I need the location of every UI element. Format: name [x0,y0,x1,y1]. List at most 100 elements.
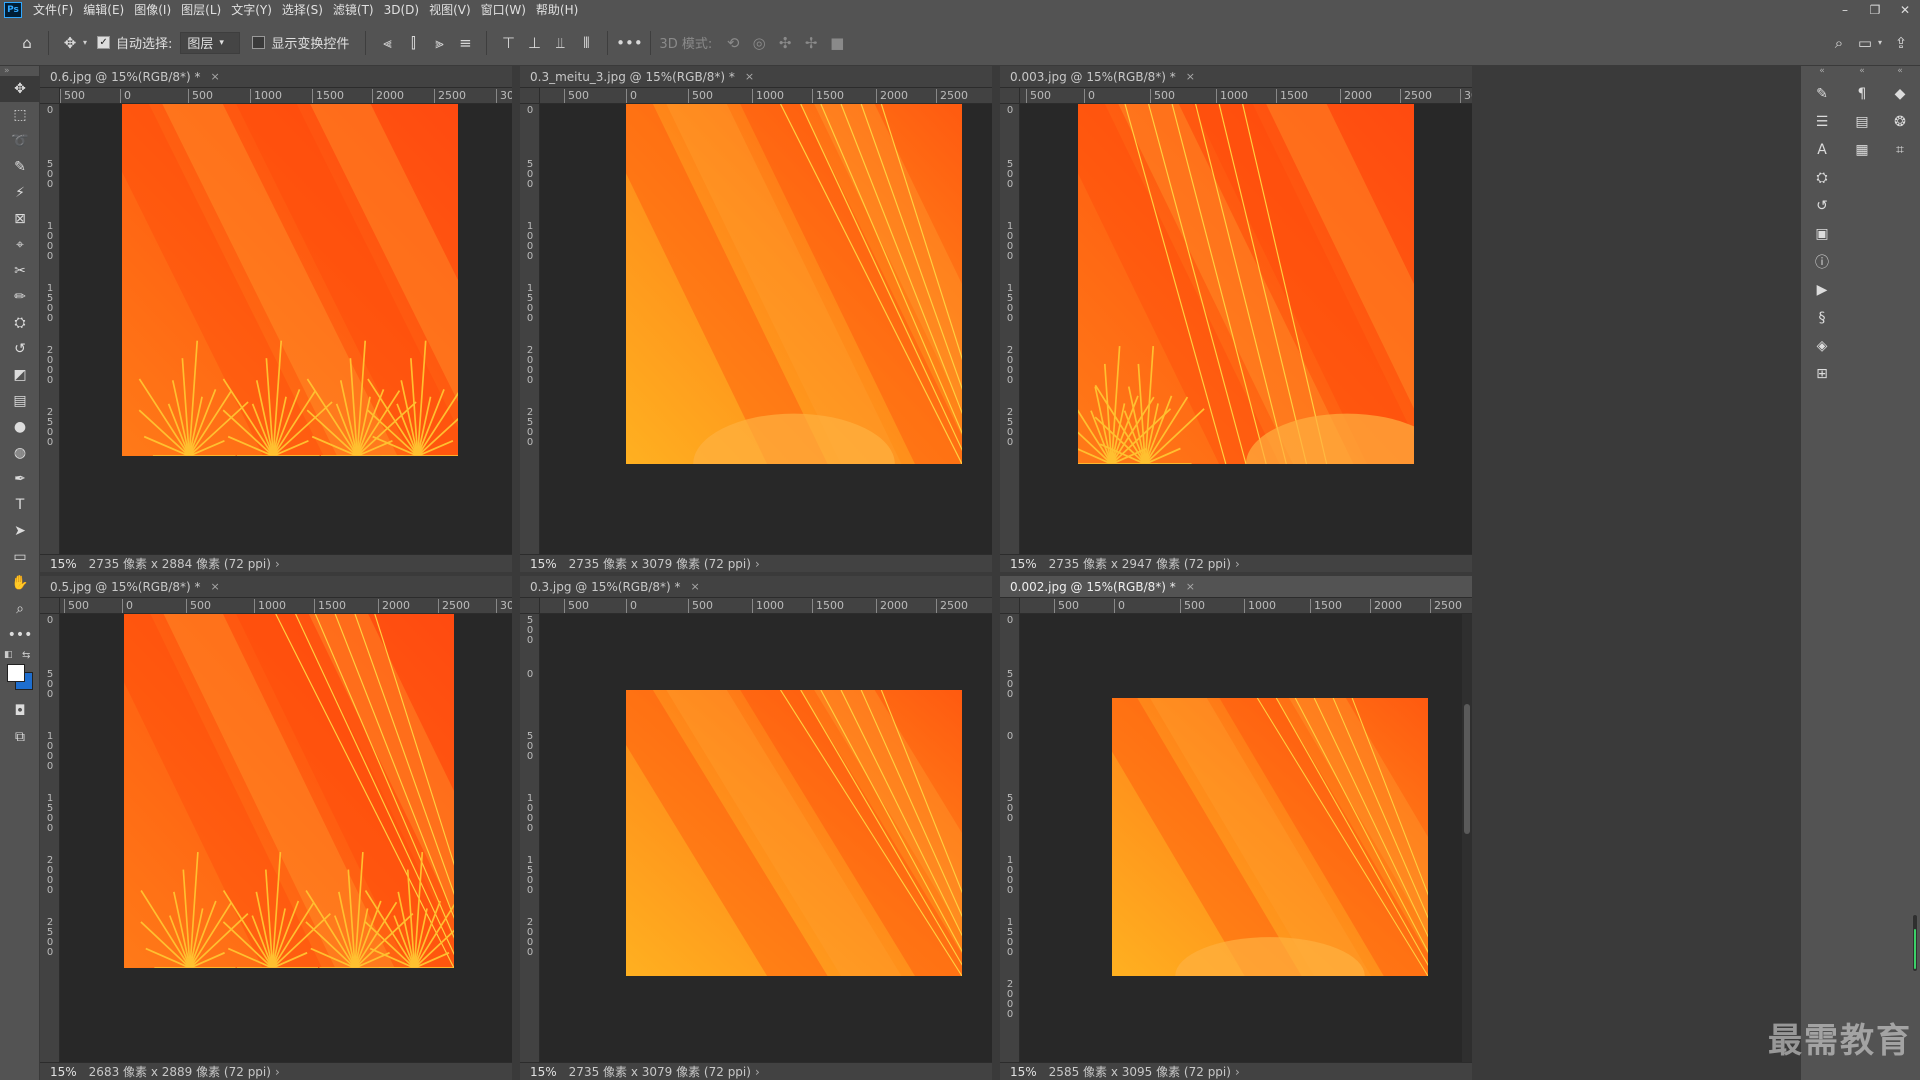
share-icon[interactable]: ⇪ [1888,30,1914,56]
align-top-icon[interactable]: ⊤ [495,30,521,56]
search-icon[interactable]: ⌕ [1826,30,1852,56]
pen-tool-icon[interactable]: ✒ [0,466,40,492]
chevron-right-icon[interactable]: › [275,557,280,571]
document-tab[interactable]: 0.6.jpg @ 15%(RGB/8*) * × [40,66,512,88]
minimize-button[interactable]: – [1830,0,1860,20]
marquee-tool-icon[interactable]: ⬚ [0,102,40,128]
history-icon[interactable]: ↺ [1805,192,1839,220]
dodge-tool-icon[interactable]: ◍ [0,440,40,466]
vertical-scrollbar[interactable] [1462,614,1472,1062]
zoom-level[interactable]: 15% [530,557,557,571]
collapse-icon[interactable]: « [1805,66,1839,80]
image-layer[interactable] [626,104,962,464]
vertical-ruler[interactable]: 0 500 1000 1500 2000 2500 [520,104,540,554]
vertical-ruler[interactable]: 0 500 1000 1500 2000 2500 [1000,104,1020,554]
menu-edit[interactable]: 编辑(E) [78,0,129,20]
3d-roll-icon[interactable]: ◎ [746,30,772,56]
show-transform-checkbox[interactable] [252,36,266,49]
close-tab-icon[interactable]: × [211,580,220,593]
close-tab-icon[interactable]: × [1186,580,1195,593]
quick-select-tool-icon[interactable]: ✎ [0,154,40,180]
home-icon[interactable]: ⌂ [14,30,40,56]
ruler-origin[interactable] [1000,598,1020,614]
align-right-icon[interactable]: ⫸ [426,30,452,56]
3d-slide-icon[interactable]: ✢ [798,30,824,56]
chevron-right-icon[interactable]: › [1235,557,1240,571]
zoom-level[interactable]: 15% [50,1065,77,1079]
canvas[interactable] [1020,614,1472,1062]
document-window[interactable]: 0.3_meitu_3.jpg @ 15%(RGB/8*) * × 500 0 500 1… [520,66,992,572]
type-tool-icon[interactable]: T [0,492,40,518]
vertical-ruler[interactable]: 0 500 1000 1500 2000 2500 [40,104,60,554]
zoom-level[interactable]: 15% [1010,557,1037,571]
zoom-level[interactable]: 15% [1010,1065,1037,1079]
close-button[interactable]: ✕ [1890,0,1920,20]
chevron-right-icon[interactable]: › [275,1065,280,1079]
notes-icon[interactable]: ▦ [1845,136,1879,164]
image-layer[interactable] [626,690,962,976]
ruler-origin[interactable] [520,88,540,104]
hand-tool-icon[interactable]: ✋ [0,570,40,596]
zoom-level[interactable]: 15% [50,557,77,571]
auto-select-target-dropdown[interactable]: 图层 ▾ [180,31,241,54]
align-bottom-icon[interactable]: ⫫ [547,30,573,56]
auto-select-checkbox[interactable]: ✓ [97,36,111,49]
canvas[interactable] [60,614,512,1062]
ruler-origin[interactable] [40,598,60,614]
3d-camera-icon[interactable]: ■ [824,30,850,56]
eraser-tool-icon[interactable]: ◩ [0,362,40,388]
ruler-origin[interactable] [1000,88,1020,104]
horizontal-ruler[interactable]: 500 0 500 1000 1500 2000 2500 [540,598,992,614]
foreground-color-swatch[interactable] [7,664,25,682]
document-window[interactable]: 0.6.jpg @ 15%(RGB/8*) * × 500 0 500 1000 1500 2… [40,66,512,572]
clone-source-icon[interactable]: ⛭ [1805,164,1839,192]
3d-orbit-icon[interactable]: ⟲ [720,30,746,56]
menu-file[interactable]: 文件(F) [28,0,78,20]
rectangle-tool-icon[interactable]: ▭ [0,544,40,570]
eyedropper-tool-icon[interactable]: ⌖ [0,232,40,258]
frame-tool-icon[interactable]: ⊠ [0,206,40,232]
adjustments-icon[interactable]: ☰ [1805,108,1839,136]
quick-mask-icon[interactable]: ◘ [0,698,40,724]
menu-view[interactable]: 视图(V) [424,0,476,20]
chevron-down-icon[interactable]: ▾ [1878,30,1882,56]
menu-layer[interactable]: 图层(L) [176,0,226,20]
close-tab-icon[interactable]: × [211,70,220,83]
document-window[interactable]: 0.002.jpg @ 15%(RGB/8*) * × 500 0 500 1000 150… [1000,576,1472,1080]
horizontal-ruler[interactable]: 500 0 500 1000 1500 2000 2500 [540,88,992,104]
document-tab[interactable]: 0.5.jpg @ 15%(RGB/8*) * × [40,576,512,598]
channels-icon[interactable]: ❂ [1883,108,1917,136]
libraries-icon[interactable]: ▤ [1845,108,1879,136]
close-tab-icon[interactable]: × [691,580,700,593]
canvas[interactable] [540,614,992,1062]
glyphs-icon[interactable]: § [1805,304,1839,332]
document-window[interactable]: 0.5.jpg @ 15%(RGB/8*) * × 500 0 500 1000 1500 2… [40,576,512,1080]
magic-wand-tool-icon[interactable]: ⚡ [0,180,40,206]
zoom-tool-icon[interactable]: ⌕ [0,596,40,622]
document-tab[interactable]: 0.003.jpg @ 15%(RGB/8*) * × [1000,66,1472,88]
menu-window[interactable]: 窗口(W) [476,0,531,20]
crop-tool-icon[interactable]: ✂ [0,258,40,284]
distribute-horizontal-icon[interactable]: ⦀ [573,30,599,56]
collapse-icon[interactable]: « [1845,66,1879,80]
3d-pan-icon[interactable]: ✣ [772,30,798,56]
chevron-right-icon[interactable]: › [755,1065,760,1079]
canvas[interactable] [60,104,512,554]
canvas[interactable] [540,104,992,554]
character-icon[interactable]: A [1805,136,1839,164]
layers-icon[interactable]: ◆ [1883,80,1917,108]
ruler-origin[interactable] [40,88,60,104]
brush-settings-icon[interactable]: ✎ [1805,80,1839,108]
image-layer[interactable] [1112,698,1428,976]
close-tab-icon[interactable]: × [745,70,754,83]
canvas[interactable] [1020,104,1472,554]
default-colors-icon[interactable]: ◧ [4,650,13,660]
close-tab-icon[interactable]: × [1186,70,1195,83]
lasso-tool-icon[interactable]: ➰ [0,128,40,154]
menu-image[interactable]: 图像(I) [129,0,176,20]
restore-button[interactable]: ❐ [1860,0,1890,20]
history-brush-tool-icon[interactable]: ↺ [0,336,40,362]
clone-stamp-tool-icon[interactable]: ⛭ [0,310,40,336]
ruler-origin[interactable] [520,598,540,614]
info-icon[interactable]: ⓘ [1805,248,1839,276]
